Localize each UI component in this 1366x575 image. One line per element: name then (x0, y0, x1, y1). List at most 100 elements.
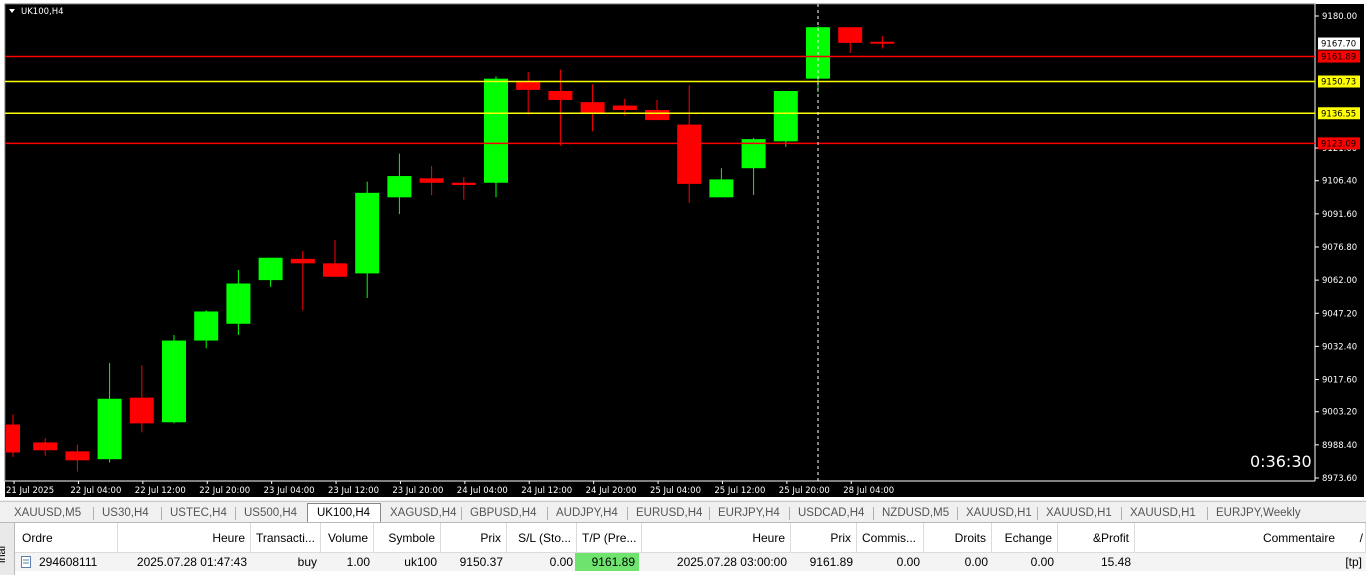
col-comment-header[interactable]: Commentaire (1135, 523, 1366, 552)
chart-tab[interactable]: US30,H4 (93, 504, 161, 522)
col-type-header[interactable]: Transacti... (251, 523, 321, 552)
time-tick-label: 25 Jul 04:00 (650, 486, 701, 496)
chart-tab[interactable]: US500,H4 (235, 504, 307, 522)
col-commission-cell: 0.00 (896, 555, 920, 569)
col-time-open-cell: 2025.07.28 01:47:43 (136, 555, 247, 569)
col-type-cell: buy (297, 555, 317, 569)
bull-candle-body (387, 176, 412, 198)
bear-candle-body (65, 451, 90, 461)
col-fees-header[interactable]: Droits (924, 523, 992, 552)
bear-candle-body (870, 41, 895, 44)
chart-canvas[interactable]: UK100,H49180.009121.009106.409091.609076… (0, 0, 1366, 500)
price-chart[interactable]: UK100,H49180.009121.009106.409091.609076… (0, 0, 1366, 500)
chart-tab[interactable]: EURJPY,H4 (709, 504, 789, 522)
bull-candle-body (194, 311, 219, 341)
price-tag-label: 9167.70 (1321, 40, 1356, 50)
col-symbol-cell: uk100 (404, 555, 437, 569)
time-tick-label: 21 Jul 2025 (6, 486, 54, 496)
bear-candle-body (6, 424, 20, 453)
price-tag-label: 9150.73 (1321, 78, 1356, 88)
col-swap-cell: 0.00 (1030, 555, 1054, 569)
col-time-close-header[interactable]: Heure (642, 523, 791, 552)
chart-tab[interactable]: GBPUSD,H4 (461, 504, 547, 522)
bull-candle-body (355, 192, 380, 274)
bear-candle-body (645, 110, 669, 121)
col-swap-header[interactable]: Echange (992, 523, 1058, 552)
col-sl-header[interactable]: S/L (Sto... (507, 523, 577, 552)
chart-tab[interactable]: XAUUSD,H1 (1037, 504, 1121, 522)
bar-timer-countdown: 0:36:30 (1250, 452, 1312, 471)
price-tick-label: 9017.60 (1322, 376, 1357, 386)
col-fees-cell: 0.00 (964, 555, 988, 569)
bull-candle-body (226, 283, 251, 324)
col-commission-header[interactable]: Commis... (857, 523, 924, 552)
chart-tab[interactable]: XAGUSD,H4 (381, 504, 461, 522)
col-symbol-header[interactable]: Symbole (374, 523, 441, 552)
chart-tab[interactable]: XAUUSD,H1 (1121, 504, 1207, 522)
time-tick-label: 28 Jul 04:00 (843, 486, 894, 496)
price-tag-label: 9123.09 (1321, 139, 1356, 149)
col-volume-cell: 1.00 (346, 555, 370, 569)
table-row[interactable]: 294608111 2025.07.28 01:47:43 buy 1.00 uk100… (15, 553, 1366, 571)
chart-symbol-label: UK100,H4 (21, 7, 64, 17)
col-time-open-header[interactable]: Heure (118, 523, 251, 552)
col-profit-header[interactable]: &Profit (1058, 523, 1135, 552)
bear-candle-body (290, 258, 315, 264)
bear-candle-body (548, 90, 573, 100)
col-price-close-header[interactable]: Prix (791, 523, 857, 552)
time-tick-label: 22 Jul 04:00 (70, 486, 121, 496)
col-time-close-cell: 2025.07.28 03:00:00 (676, 555, 787, 569)
bear-candle-body (451, 182, 476, 185)
chart-tab[interactable]: UK100,H4 (307, 503, 381, 523)
sort-indicator-icon: / (1359, 531, 1363, 545)
chart-tab[interactable]: USDCAD,H4 (789, 504, 873, 522)
col-comment-cell: [tp] (1345, 555, 1362, 569)
col-tp-cell: 9161.89 (575, 553, 639, 571)
terminal-side-handle[interactable]: inal (0, 523, 15, 575)
col-profit-cell: 15.48 (1100, 555, 1131, 569)
chart-tab[interactable]: XAUUSD,M5 (5, 504, 93, 522)
col-volume-header[interactable]: Volume (321, 523, 374, 552)
col-tp-header[interactable]: T/P (Pre... (577, 523, 642, 552)
time-tick-label: 22 Jul 12:00 (135, 486, 186, 496)
col-price-close-cell: 9161.89 (809, 555, 853, 569)
price-tick-label: 9047.20 (1322, 309, 1357, 319)
price-tick-label: 9076.80 (1322, 243, 1357, 253)
bull-candle-body (258, 257, 283, 281)
terminal-side-label: inal (0, 545, 8, 563)
bull-candle-body (773, 90, 798, 142)
time-tick-label: 24 Jul 12:00 (521, 486, 572, 496)
col-sl-cell: 0.00 (549, 555, 573, 569)
time-tick-label: 22 Jul 20:00 (199, 486, 250, 496)
time-tick-label: 24 Jul 04:00 (457, 486, 508, 496)
terminal-panel: inal Ordre Heure Transacti... Volume Symbole… (0, 522, 1366, 575)
col-price-open-header[interactable]: Prix (441, 523, 507, 552)
chart-tab[interactable]: AUDJPY,H4 (547, 504, 627, 522)
chart-plot-area[interactable] (4, 3, 1316, 482)
chart-tab[interactable]: EURUSD,H4 (627, 504, 709, 522)
chart-tabs-bar: XAUUSD,M5 US30,H4 USTEC,H4 US500,H4 UK100,H4… (0, 501, 1366, 523)
price-tick-label: 9091.60 (1322, 210, 1357, 220)
bear-candle-body (33, 442, 58, 451)
price-tick-label: 8973.60 (1322, 474, 1357, 484)
bear-candle-body (419, 178, 444, 183)
bear-candle-body (677, 124, 702, 184)
time-tick-label: 23 Jul 12:00 (328, 486, 379, 496)
price-tag-label: 9136.55 (1321, 109, 1356, 119)
chart-tab[interactable]: XAUUSD,H1 (957, 504, 1037, 522)
col-price-open-cell: 9150.37 (459, 555, 503, 569)
bull-candle-body (484, 78, 508, 183)
bull-candle-body (162, 340, 186, 423)
bear-candle-body (612, 105, 637, 111)
chart-tab[interactable]: EURJPY,Weekly (1207, 504, 1313, 522)
history-table-header: Ordre Heure Transacti... Volume Symbole Prix S… (15, 523, 1366, 553)
chart-tab[interactable]: USTEC,H4 (161, 504, 235, 522)
price-tick-label: 9180.00 (1322, 12, 1357, 22)
deal-icon (21, 556, 31, 568)
col-order-header[interactable]: Ordre (15, 523, 118, 552)
bear-candle-body (838, 27, 863, 43)
time-tick-label: 23 Jul 20:00 (392, 486, 443, 496)
price-tick-label: 9062.00 (1322, 276, 1357, 286)
price-tick-label: 9032.40 (1322, 342, 1357, 352)
chart-tab[interactable]: NZDUSD,M5 (873, 504, 957, 522)
